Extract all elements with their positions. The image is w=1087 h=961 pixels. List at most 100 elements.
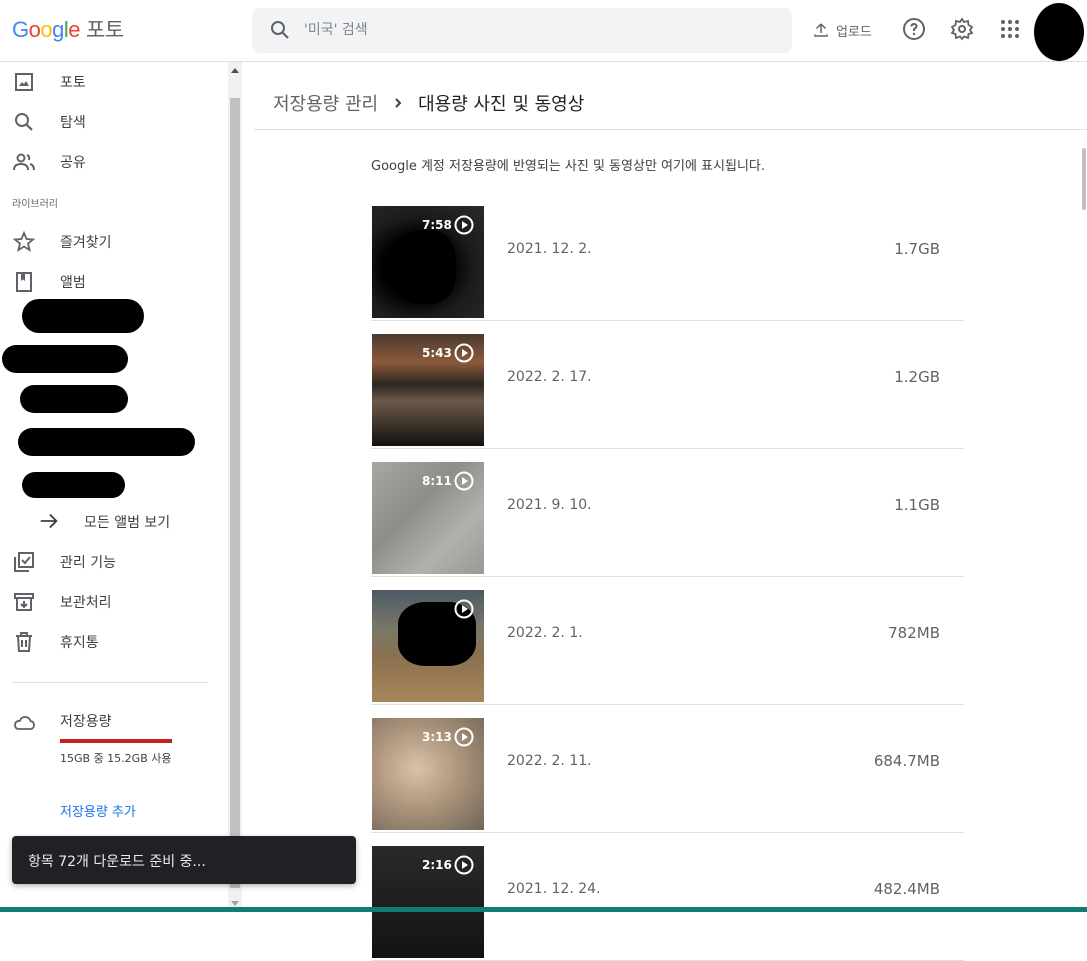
product-name: 포토: [86, 19, 124, 42]
list-item[interactable]: 3:13 2022. 2. 11. 684.7MB: [371, 705, 964, 833]
redacted-album[interactable]: [22, 472, 125, 498]
sidebar-item-label: 보관처리: [60, 595, 112, 611]
video-thumbnail[interactable]: 7:58: [372, 206, 484, 318]
search-bar: [252, 8, 792, 53]
item-size: 782MB: [888, 624, 940, 642]
apps-icon[interactable]: [998, 17, 1022, 41]
scroll-down-icon[interactable]: [231, 901, 239, 906]
sidebar-item-trash[interactable]: 휴지통: [0, 622, 228, 662]
people-icon: [13, 153, 35, 171]
sidebar-divider: [12, 682, 208, 683]
breadcrumb-parent-link[interactable]: 저장용량 관리: [273, 90, 378, 116]
logo-letter: o: [28, 17, 41, 42]
storage-usage-text: 15GB 중 15.2GB 사용: [60, 752, 172, 765]
play-icon: [454, 599, 474, 619]
video-thumbnail[interactable]: 2:16: [372, 846, 484, 958]
upload-label: 업로드: [836, 24, 872, 40]
logo-letter: G: [12, 17, 29, 42]
upload-button[interactable]: 업로드: [812, 14, 872, 46]
checklist-icon: [14, 552, 34, 572]
redacted-region: [394, 230, 456, 304]
video-thumbnail[interactable]: [372, 590, 484, 702]
sidebar-scrollbar-thumb[interactable]: [230, 98, 240, 888]
redacted-album[interactable]: [18, 428, 195, 456]
settings-icon[interactable]: [950, 17, 974, 41]
item-date: 2021. 12. 24.: [507, 881, 601, 897]
download-toast: 항목 72개 다운로드 준비 중...: [12, 836, 356, 884]
upload-icon: [814, 23, 828, 37]
video-duration: 7:58: [422, 218, 452, 232]
sidebar-item-albums[interactable]: 앨범: [0, 262, 228, 302]
main-content: 저장용량 관리 대용량 사진 및 동영상 Google 계정 저장용량에 반영되…: [242, 62, 1087, 961]
archive-icon: [14, 593, 34, 611]
search-input[interactable]: [304, 16, 774, 44]
sidebar-item-explore[interactable]: 탐색: [0, 102, 228, 142]
storage-usage-fill: [60, 739, 172, 743]
toast-text: 항목 72개 다운로드 준비 중...: [28, 854, 206, 870]
search-icon[interactable]: [268, 18, 292, 42]
redacted-album[interactable]: [20, 385, 128, 413]
play-icon: [454, 727, 474, 747]
video-duration: 5:43: [422, 346, 452, 360]
play-icon: [454, 855, 474, 875]
video-duration: 8:11: [422, 474, 452, 488]
trash-icon: [16, 632, 32, 652]
cloud-icon: [14, 716, 35, 730]
redacted-album[interactable]: [2, 345, 128, 373]
photo-icon: [15, 73, 33, 91]
video-thumbnail[interactable]: 3:13: [372, 718, 484, 830]
play-icon: [454, 471, 474, 491]
storage-title: 저장용량: [60, 714, 112, 730]
item-date: 2022. 2. 17.: [507, 369, 592, 385]
sidebar-item-archive[interactable]: 보관처리: [0, 582, 228, 622]
item-date: 2022. 2. 11.: [507, 753, 592, 769]
list-item[interactable]: 2:16 2021. 12. 24. 482.4MB: [371, 833, 964, 961]
bottom-accent-line: [0, 907, 1087, 912]
sidebar: 포토 탐색 공유 라이브러리 즐겨찾기 앨범 모든 앨범 보기 관리 기능 보관…: [0, 62, 228, 912]
sidebar-item-photos[interactable]: 포토: [0, 62, 228, 102]
see-all-albums-label: 모든 앨범 보기: [84, 515, 171, 531]
list-item[interactable]: 2022. 2. 1. 782MB: [371, 577, 964, 705]
item-size: 482.4MB: [873, 880, 940, 898]
redacted-album[interactable]: [22, 299, 144, 333]
sidebar-item-label: 휴지통: [60, 635, 99, 651]
storage-usage-bar: [60, 739, 172, 743]
sidebar-item-favorites[interactable]: 즐겨찾기: [0, 222, 228, 262]
item-size: 684.7MB: [873, 752, 940, 770]
video-thumbnail[interactable]: 5:43: [372, 334, 484, 446]
item-size: 1.1GB: [894, 496, 940, 514]
play-icon: [454, 343, 474, 363]
sidebar-item-label: 포토: [60, 75, 86, 91]
library-section-label: 라이브러리: [12, 199, 58, 210]
play-icon: [454, 215, 474, 235]
video-thumbnail[interactable]: 8:11: [372, 462, 484, 574]
sidebar-item-sharing[interactable]: 공유: [0, 142, 228, 182]
logo-letter: e: [68, 17, 81, 42]
help-icon[interactable]: [902, 17, 926, 41]
see-all-albums-link[interactable]: 모든 앨범 보기: [38, 510, 170, 532]
scroll-up-icon[interactable]: [231, 68, 239, 73]
list-item[interactable]: 5:43 2022. 2. 17. 1.2GB: [371, 321, 964, 449]
arrow-right-icon: [40, 513, 58, 529]
sidebar-item-label: 즐겨찾기: [60, 235, 112, 251]
account-avatar[interactable]: [1034, 3, 1084, 61]
video-duration: 2:16: [422, 858, 452, 872]
sidebar-scrollbar[interactable]: [228, 62, 242, 912]
breadcrumb: 저장용량 관리 대용량 사진 및 동영상: [273, 90, 584, 116]
item-date: 2021. 9. 10.: [507, 497, 592, 513]
sidebar-item-label: 탐색: [60, 115, 86, 131]
list-item[interactable]: 7:58 2021. 12. 2. 1.7GB: [371, 193, 964, 321]
sidebar-item-utilities[interactable]: 관리 기능: [0, 542, 228, 582]
chevron-right-icon: [395, 98, 402, 108]
album-icon: [16, 272, 32, 292]
logo-letter: g: [52, 17, 64, 42]
video-duration: 3:13: [422, 730, 452, 744]
star-icon: [12, 230, 36, 252]
google-photos-logo[interactable]: Google 포토: [12, 14, 124, 44]
sidebar-item-label: 공유: [60, 155, 86, 171]
search-icon: [15, 113, 33, 131]
main-scrollbar-thumb[interactable]: [1082, 148, 1086, 210]
list-item[interactable]: 8:11 2021. 9. 10. 1.1GB: [371, 449, 964, 577]
add-storage-link[interactable]: 저장용량 추가: [60, 801, 136, 820]
logo-letter: o: [40, 17, 53, 42]
